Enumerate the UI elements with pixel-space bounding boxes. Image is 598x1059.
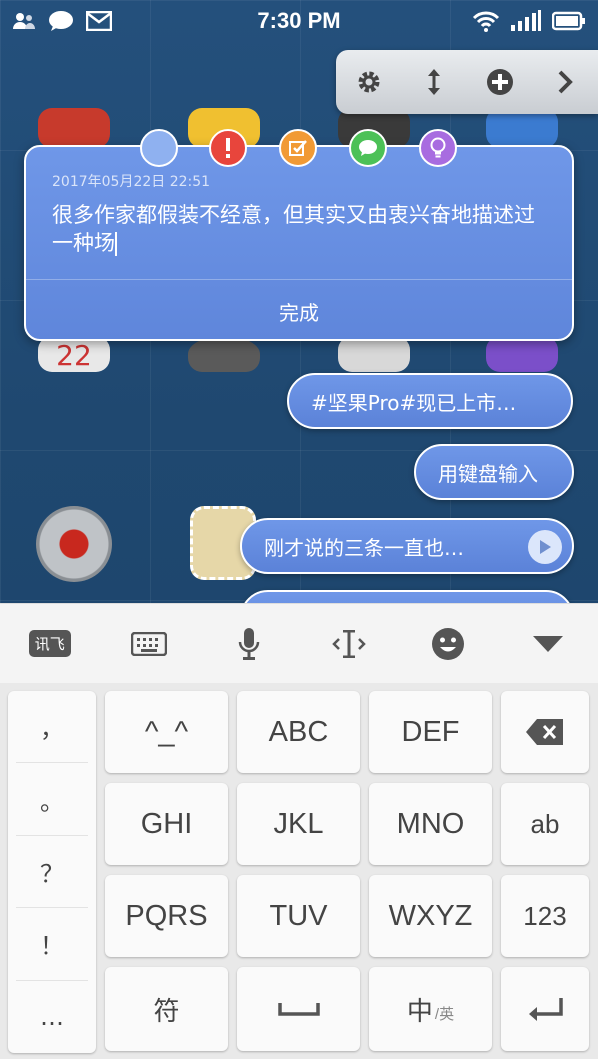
xunfei-logo: 讯飞 [28, 630, 71, 657]
status-bar: 7:30 PM [0, 0, 598, 44]
text-cursor [115, 232, 117, 256]
app-icon-calendar[interactable]: 22 [38, 336, 110, 372]
keyboard: ， 。 ？ ！ … ^_^ ABC DEF GHI JKL MNO ab PQR… [0, 683, 598, 1059]
key-pqrs[interactable]: PQRS [105, 875, 228, 957]
color-dot-red[interactable] [209, 129, 247, 167]
app-icon-settings[interactable] [188, 336, 260, 372]
key-ab[interactable]: ab [501, 783, 589, 865]
key-exclamation[interactable]: ！ [16, 908, 88, 981]
app-icon-game[interactable] [486, 336, 558, 372]
microphone-icon [238, 627, 260, 660]
voice-input-button[interactable] [199, 604, 299, 684]
key-ellipsis[interactable]: … [16, 981, 88, 1053]
space-key[interactable] [237, 967, 360, 1051]
app-icon-store[interactable] [38, 108, 110, 148]
wifi-icon [472, 10, 500, 36]
app-icon-recorder[interactable] [36, 506, 112, 582]
smiley-icon [432, 627, 465, 660]
bubble-jianguo[interactable]: #坚果Pro#现已上市… [287, 373, 573, 429]
key-symbol[interactable]: 符 [105, 967, 228, 1051]
key-123[interactable]: 123 [501, 875, 589, 957]
language-switch-key[interactable]: 中/英 [369, 967, 492, 1051]
text-cursor-icon [331, 629, 366, 658]
enter-icon [529, 998, 563, 1021]
key-wxyz[interactable]: WXYZ [369, 875, 492, 957]
keyboard-toolbar: 讯飞 [0, 603, 598, 683]
key-ghi[interactable]: GHI [105, 783, 228, 865]
bubble-text: 用键盘输入 [438, 461, 538, 486]
color-dot-orange[interactable] [279, 129, 317, 167]
signal-icon [510, 10, 542, 36]
lang-sub-label: /英 [434, 1005, 455, 1023]
enter-key[interactable] [501, 967, 589, 1051]
key-face[interactable]: ^_^ [105, 691, 228, 773]
note-date: 2017年05月22日 22:51 [52, 174, 211, 190]
svg-text:22: 22 [56, 339, 92, 369]
done-button[interactable]: 完成 [26, 285, 572, 337]
color-dot-blue[interactable] [140, 129, 178, 167]
resize-button[interactable] [414, 62, 454, 102]
color-dot-green[interactable] [349, 129, 387, 167]
note-content-input[interactable]: 很多作家都假装不经意，但其实又由衷兴奋地描述过一种场 [52, 201, 552, 257]
key-mno[interactable]: MNO [369, 783, 492, 865]
note-card: 2017年05月22日 22:51 很多作家都假装不经意，但其实又由衷兴奋地描述… [24, 145, 574, 341]
settings-button[interactable] [349, 62, 389, 102]
exclamation-icon [226, 138, 230, 158]
floating-toolbar [336, 50, 598, 114]
bubble-voice-message[interactable]: 刚才说的三条一直也… [240, 518, 574, 574]
backspace-icon [526, 719, 563, 745]
caret-down-icon [532, 635, 563, 652]
play-icon [540, 540, 551, 554]
checkbox-icon [289, 140, 307, 156]
key-period[interactable]: 。 [16, 763, 88, 836]
key-def[interactable]: DEF [369, 691, 492, 773]
app-icon-calculator[interactable] [338, 336, 410, 372]
color-dot-purple[interactable] [419, 129, 457, 167]
key-jkl[interactable]: JKL [237, 783, 360, 865]
chat-icon [359, 140, 377, 156]
hide-keyboard-button[interactable] [498, 604, 598, 684]
key-comma[interactable]: ， [16, 691, 88, 764]
home-screen: 7:30 PM 22 2017年05月22日 22:51 很多作家都假装不经意，… [0, 0, 598, 1059]
play-button[interactable] [528, 530, 562, 564]
backspace-key[interactable] [501, 691, 589, 773]
lightbulb-icon [430, 137, 446, 158]
vertical-arrows-icon [428, 69, 441, 95]
key-tuv[interactable]: TUV [237, 875, 360, 957]
bubble-keyboard-input[interactable]: 用键盘输入 [414, 444, 574, 500]
gear-icon [358, 71, 380, 93]
keyboard-icon [131, 631, 168, 656]
chevron-right-icon [558, 70, 574, 94]
note-divider [26, 279, 572, 280]
battery-icon [551, 11, 586, 35]
next-button[interactable] [545, 62, 585, 102]
key-abc[interactable]: ABC [237, 691, 360, 773]
key-question[interactable]: ？ [16, 836, 88, 909]
add-button[interactable] [480, 62, 520, 102]
lang-main-label: 中 [406, 995, 433, 1026]
bubble-text: #坚果Pro#现已上市… [311, 390, 517, 415]
cursor-move-button[interactable] [299, 604, 399, 684]
xunfei-button[interactable]: 讯飞 [0, 604, 100, 684]
note-text: 很多作家都假装不经意，但其实又由衷兴奋地描述过一种场 [52, 203, 535, 255]
app-icon-blue[interactable] [486, 108, 558, 148]
plus-circle-icon [486, 69, 513, 95]
emoji-button[interactable] [398, 604, 498, 684]
keyboard-layout-button[interactable] [100, 604, 200, 684]
space-icon [277, 1003, 320, 1016]
bubble-text: 刚才说的三条一直也… [264, 535, 464, 560]
punctuation-column[interactable]: ， 。 ？ ！ … [8, 691, 96, 1053]
